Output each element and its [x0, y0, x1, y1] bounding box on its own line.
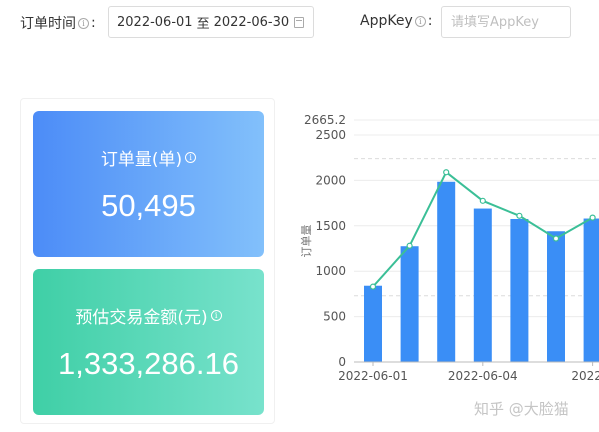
order-count-value: 50,495	[101, 188, 196, 223]
trade-amount-card: 预估交易金额(元) i 1,333,286.16	[33, 269, 264, 415]
x-tick-label: 2022-06-01	[338, 369, 408, 383]
bar	[437, 181, 456, 362]
trend-point	[516, 212, 523, 219]
order-count-card: 订单量(单) i 50,495	[33, 111, 264, 257]
order-time-label: 订单时间 i :	[20, 15, 96, 32]
trade-amount-title: 预估交易金额(元)	[75, 308, 208, 328]
bar	[473, 208, 492, 362]
date-range-picker[interactable]: 2022-06-01 至 2022-06-30	[108, 6, 314, 38]
appkey-label: AppKey i :	[360, 13, 433, 29]
trend-point	[552, 235, 560, 242]
trend-point	[589, 214, 596, 221]
bar	[510, 218, 529, 362]
bar	[364, 285, 382, 362]
order-trend-chart: 0 500 1000 1500 2000 25002665.2 订单量 2022-06-01 2…	[300, 113, 599, 383]
x-tick-label: 2022-06-04	[448, 369, 518, 383]
appkey-label-text: AppKey	[360, 13, 413, 29]
y-tick-label: 1000	[315, 264, 346, 278]
trade-amount-value: 1,333,286.16	[57, 346, 239, 381]
trend-point	[406, 242, 413, 249]
y-tick-label: 1500	[315, 219, 346, 233]
watermark: 知乎 @大脸猫	[474, 400, 569, 418]
y-tick-label: 2500	[315, 128, 346, 142]
bar	[400, 246, 419, 362]
stats-panel: 订单量(单) i 50,495 预估交易金额(元) i 1,333,286.16	[20, 98, 275, 424]
order-count-title: 订单量(单)	[100, 150, 183, 170]
trend-point	[479, 197, 486, 204]
order-time-label-text: 订单时间	[20, 16, 76, 32]
appkey-input[interactable]	[441, 6, 571, 38]
y-tick-label: 0	[338, 355, 346, 369]
dashboard: 订单时间 i : 2022-06-01 至 2022-06-30 AppKey …	[0, 0, 599, 432]
bar	[583, 218, 599, 362]
y-tick-label: 2665.2	[304, 113, 346, 127]
y-tick-label: 2000	[315, 173, 346, 187]
trend-point	[369, 283, 377, 290]
calendar-icon[interactable]	[294, 17, 304, 28]
date-end: 2022-06-30	[213, 14, 290, 30]
y-tick-label: 500	[323, 310, 346, 324]
bar	[547, 231, 565, 362]
info-icon[interactable]: i	[78, 17, 89, 29]
info-icon[interactable]: i	[414, 15, 426, 27]
date-start: 2022-06-01	[117, 14, 193, 30]
y-axis-label: 订单量	[300, 225, 313, 258]
info-icon[interactable]: i	[210, 310, 222, 321]
trend-point	[443, 169, 450, 176]
x-tick-label: 2022-0	[571, 369, 599, 383]
date-separator: 至	[196, 16, 210, 32]
info-icon[interactable]: i	[185, 152, 197, 163]
